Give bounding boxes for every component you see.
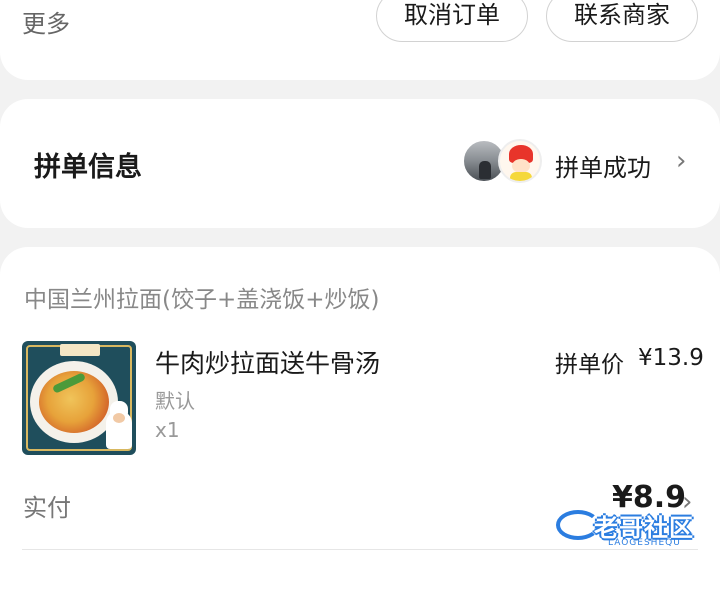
photo-banner bbox=[60, 344, 100, 356]
shop-name[interactable]: 中国兰州拉面(饺子+盖浇饭+炒饭) bbox=[24, 280, 380, 314]
avatar-face bbox=[512, 159, 530, 173]
order-details-card: 中国兰州拉面(饺子+盖浇饭+炒饭) 牛肉炒拉面送牛骨汤 默认 x1 拼单价 ¥1… bbox=[0, 247, 720, 607]
item-name[interactable]: 牛肉炒拉面送牛骨汤 bbox=[155, 344, 380, 380]
watermark-subtitle: LAOGESHEQU bbox=[608, 538, 681, 548]
more-link[interactable]: 更多 bbox=[22, 4, 70, 39]
divider bbox=[22, 549, 698, 550]
group-info-title: 拼单信息 bbox=[34, 152, 142, 183]
group-info-card[interactable]: 拼单信息 拼单成功 › bbox=[0, 99, 720, 228]
chef-face-shape bbox=[113, 413, 125, 423]
item-quantity: x1 bbox=[155, 418, 180, 442]
site-watermark-logo: 老哥社区 LAOGESHEQU bbox=[556, 506, 706, 548]
paid-label: 实付 bbox=[23, 494, 71, 522]
item-spec: 默认 bbox=[155, 389, 195, 413]
group-status-text: 拼单成功 bbox=[555, 154, 651, 182]
item-price: ¥13.9 bbox=[638, 345, 704, 371]
avatar-figure bbox=[479, 161, 491, 179]
member-avatar-2 bbox=[498, 139, 542, 183]
order-actions-card: 更多 取消订单 联系商家 bbox=[0, 0, 720, 80]
contact-merchant-button[interactable]: 联系商家 bbox=[546, 0, 698, 42]
chevron-right-icon[interactable]: › bbox=[676, 146, 686, 176]
group-price-label: 拼单价 bbox=[555, 352, 624, 378]
avatar-dress bbox=[510, 172, 532, 181]
cancel-order-button[interactable]: 取消订单 bbox=[376, 0, 528, 42]
dish-photo[interactable] bbox=[22, 341, 136, 455]
